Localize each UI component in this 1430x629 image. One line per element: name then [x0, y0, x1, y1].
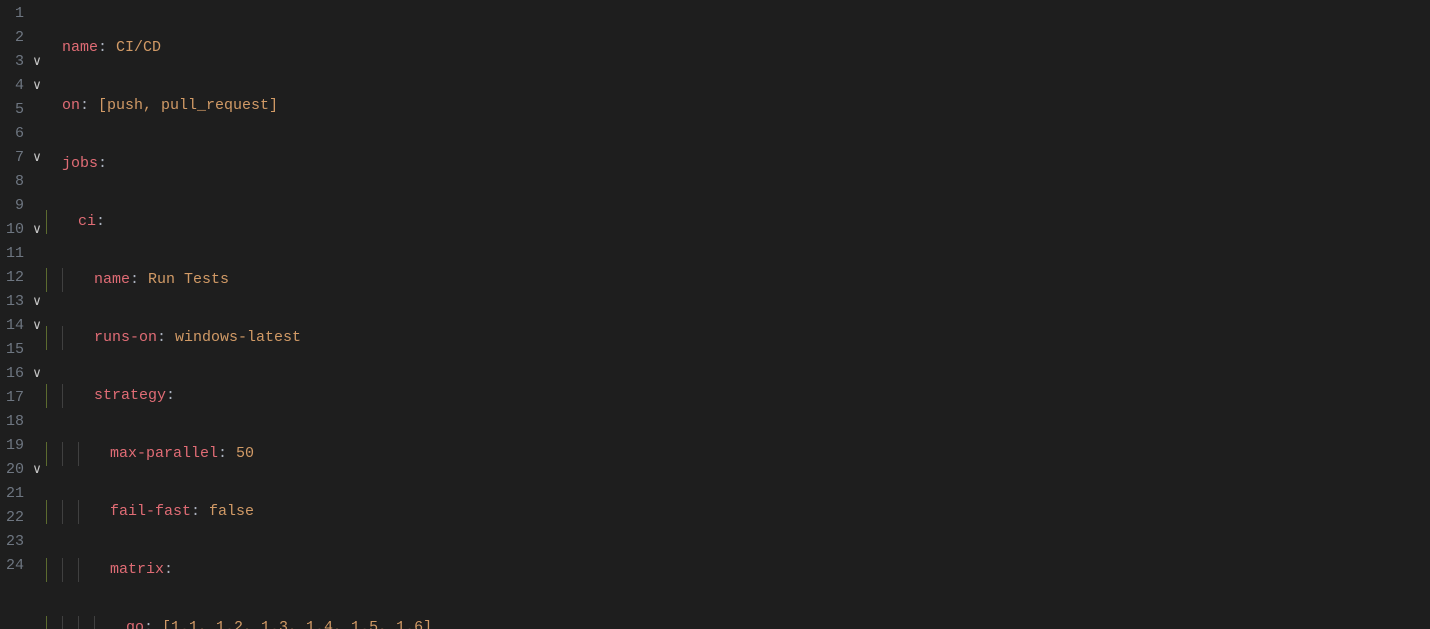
fold-mark[interactable] [28, 482, 46, 506]
yaml-value: CI/CD [116, 39, 161, 56]
fold-mark[interactable] [28, 530, 46, 554]
code-line[interactable]: name: CI/CD [46, 36, 1430, 60]
line-number: 14 [0, 314, 24, 338]
fold-mark[interactable]: ∨ [28, 146, 46, 170]
line-number: 18 [0, 410, 24, 434]
fold-mark[interactable]: ∨ [28, 290, 46, 314]
code-content[interactable]: name: CI/CD on: [push, pull_request] job… [46, 0, 1430, 629]
yaml-key: name [94, 271, 130, 288]
code-line[interactable]: ci: [46, 210, 1430, 234]
yaml-key: ci [78, 213, 96, 230]
line-number: 5 [0, 98, 24, 122]
fold-mark[interactable] [28, 170, 46, 194]
yaml-key: on [62, 97, 80, 114]
line-number: 6 [0, 122, 24, 146]
yaml-key: strategy [94, 387, 166, 404]
fold-mark[interactable] [28, 26, 46, 50]
yaml-value: Run Tests [148, 271, 229, 288]
fold-mark[interactable] [28, 506, 46, 530]
line-number: 11 [0, 242, 24, 266]
line-number: 4 [0, 74, 24, 98]
code-line[interactable]: strategy: [46, 384, 1430, 408]
code-line[interactable]: go: [1.1, 1.2, 1.3, 1.4, 1.5, 1.6] [46, 616, 1430, 629]
line-number: 1 [0, 2, 24, 26]
line-number: 15 [0, 338, 24, 362]
line-number: 20 [0, 458, 24, 482]
yaml-key: max-parallel [110, 445, 218, 462]
line-number: 2 [0, 26, 24, 50]
code-line[interactable]: runs-on: windows-latest [46, 326, 1430, 350]
fold-mark[interactable]: ∨ [28, 218, 46, 242]
code-line[interactable]: name: Run Tests [46, 268, 1430, 292]
fold-mark[interactable]: ∨ [28, 314, 46, 338]
line-number: 3 [0, 50, 24, 74]
line-number: 17 [0, 386, 24, 410]
line-number: 24 [0, 554, 24, 578]
yaml-key: jobs [62, 155, 98, 172]
yaml-value: windows-latest [175, 329, 301, 346]
fold-mark[interactable]: ∨ [28, 74, 46, 98]
yaml-key: name [62, 39, 98, 56]
fold-mark[interactable] [28, 578, 46, 602]
line-number [0, 602, 24, 626]
fold-mark[interactable] [28, 602, 46, 626]
fold-mark[interactable] [28, 266, 46, 290]
fold-mark[interactable]: ∨ [28, 50, 46, 74]
fold-mark[interactable] [28, 386, 46, 410]
fold-mark[interactable] [28, 194, 46, 218]
code-editor[interactable]: 1 2 3 4 5 6 7 8 9 10 11 12 13 14 15 16 1… [0, 0, 1430, 629]
fold-mark[interactable] [28, 242, 46, 266]
line-number: 23 [0, 530, 24, 554]
line-number: 12 [0, 266, 24, 290]
fold-mark[interactable] [28, 410, 46, 434]
yaml-value: false [209, 503, 254, 520]
code-line[interactable]: fail-fast: false [46, 500, 1430, 524]
fold-mark[interactable] [28, 122, 46, 146]
yaml-key: runs-on [94, 329, 157, 346]
line-number: 16 [0, 362, 24, 386]
line-number: 19 [0, 434, 24, 458]
yaml-value: [push, pull_request] [98, 97, 278, 114]
line-number: 21 [0, 482, 24, 506]
fold-mark[interactable] [28, 2, 46, 26]
yaml-value: [1.1, 1.2, 1.3, 1.4, 1.5, 1.6] [162, 619, 432, 629]
line-number-gutter: 1 2 3 4 5 6 7 8 9 10 11 12 13 14 15 16 1… [0, 0, 28, 629]
line-number: 7 [0, 146, 24, 170]
code-line[interactable]: jobs: [46, 152, 1430, 176]
fold-mark[interactable] [28, 338, 46, 362]
code-line[interactable]: max-parallel: 50 [46, 442, 1430, 466]
code-line[interactable]: matrix: [46, 558, 1430, 582]
line-number: 8 [0, 170, 24, 194]
fold-gutter: ∨ ∨ ∨ ∨ ∨ ∨ ∨ ∨ [28, 0, 46, 629]
yaml-key: go [126, 619, 144, 629]
fold-mark[interactable] [28, 98, 46, 122]
yaml-value: 50 [236, 445, 254, 462]
line-number: 13 [0, 290, 24, 314]
line-number: 22 [0, 506, 24, 530]
line-number: 10 [0, 218, 24, 242]
code-line[interactable]: on: [push, pull_request] [46, 94, 1430, 118]
yaml-key: matrix [110, 561, 164, 578]
fold-mark[interactable]: ∨ [28, 458, 46, 482]
fold-mark[interactable] [28, 434, 46, 458]
fold-mark[interactable]: ∨ [28, 362, 46, 386]
yaml-key: fail-fast [110, 503, 191, 520]
line-number: 9 [0, 194, 24, 218]
fold-mark[interactable] [28, 554, 46, 578]
line-number [0, 578, 24, 602]
